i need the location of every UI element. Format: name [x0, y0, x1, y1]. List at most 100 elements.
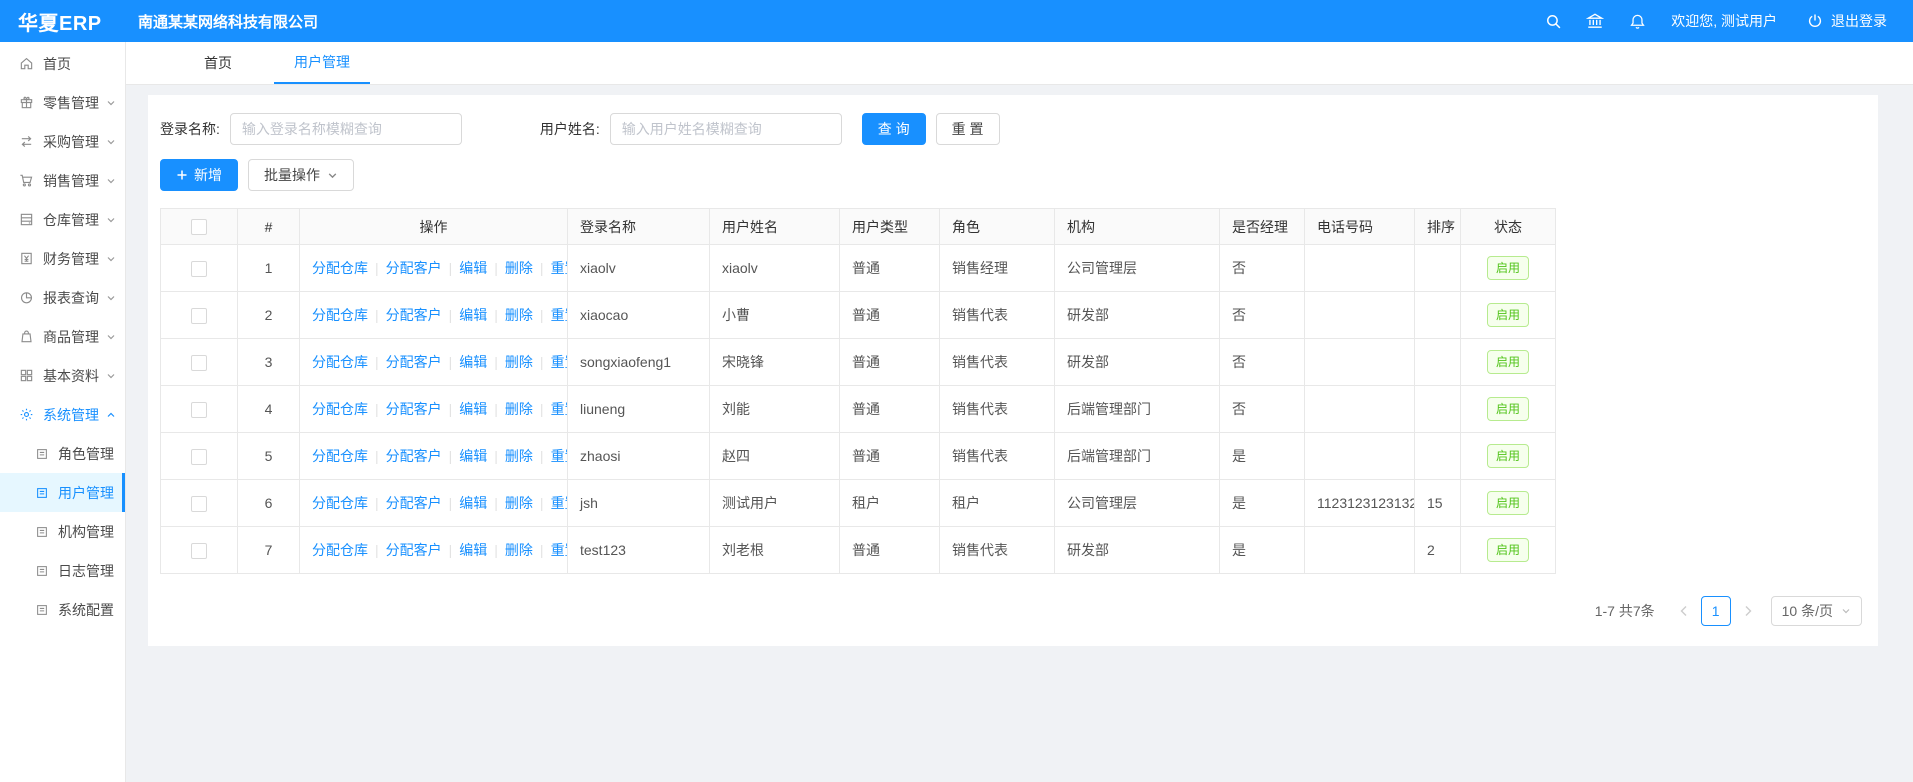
sidebar-item-reports[interactable]: 报表查询	[0, 278, 125, 317]
assign-customer-link[interactable]: 分配客户	[386, 495, 442, 511]
assign-warehouse-link[interactable]: 分配仓库	[312, 307, 368, 323]
pagination-total: 1-7 共7条	[1595, 601, 1655, 621]
document-icon	[35, 525, 49, 539]
row-select-cell	[161, 527, 238, 574]
edit-link[interactable]: 编辑	[459, 448, 487, 464]
reset-password-link[interactable]: 重置密码	[551, 495, 568, 511]
delete-link[interactable]: 删除	[505, 542, 533, 558]
shopping-bag-icon	[19, 329, 34, 344]
row-checkbox[interactable]	[191, 449, 207, 465]
row-checkbox[interactable]	[191, 261, 207, 277]
table-row: 1分配仓库|分配客户|编辑|删除|重置密码xiaolvxiaolv普通销售经理公…	[161, 245, 1556, 292]
sidebar-item-purchase[interactable]: 采购管理	[0, 122, 125, 161]
sidebar-subitem-logs[interactable]: 日志管理	[0, 551, 125, 590]
edit-link[interactable]: 编辑	[459, 401, 487, 417]
add-button[interactable]: 新增	[160, 159, 238, 191]
sidebar-subitem-config[interactable]: 系统配置	[0, 590, 125, 629]
assign-warehouse-link[interactable]: 分配仓库	[312, 495, 368, 511]
edit-link[interactable]: 编辑	[459, 260, 487, 276]
row-role: 销售代表	[940, 339, 1055, 386]
sidebar-item-basic-data[interactable]: 基本资料	[0, 356, 125, 395]
sidebar-subitem-users[interactable]: 用户管理	[0, 473, 125, 512]
sidebar-item-sales[interactable]: 销售管理	[0, 161, 125, 200]
sidebar-item-retail[interactable]: 零售管理	[0, 83, 125, 122]
welcome-text: 欢迎您, 测试用户	[1671, 11, 1777, 31]
prev-page-icon[interactable]	[1671, 596, 1697, 626]
reset-password-link[interactable]: 重置密码	[551, 542, 568, 558]
reset-password-link[interactable]: 重置密码	[551, 354, 568, 370]
reset-password-link[interactable]: 重置密码	[551, 307, 568, 323]
next-page-icon[interactable]	[1735, 596, 1761, 626]
col-header-index: #	[238, 209, 300, 245]
user-name-input[interactable]	[610, 113, 842, 145]
reset-password-link[interactable]: 重置密码	[551, 260, 568, 276]
row-org: 研发部	[1055, 527, 1220, 574]
delete-link[interactable]: 删除	[505, 495, 533, 511]
assign-customer-link[interactable]: 分配客户	[386, 542, 442, 558]
reset-button[interactable]: 重 置	[936, 113, 1000, 145]
assign-customer-link[interactable]: 分配客户	[386, 448, 442, 464]
page-number-button[interactable]: 1	[1701, 596, 1731, 626]
login-name-input[interactable]	[230, 113, 462, 145]
sidebar-item-warehouse[interactable]: 仓库管理	[0, 200, 125, 239]
grid-icon	[19, 368, 34, 383]
assign-warehouse-link[interactable]: 分配仓库	[312, 354, 368, 370]
action-separator: |	[449, 448, 453, 464]
col-header-actions: 操作	[300, 209, 568, 245]
tab-home[interactable]: 首页	[184, 42, 252, 84]
bell-icon[interactable]	[1627, 11, 1647, 31]
delete-link[interactable]: 删除	[505, 307, 533, 323]
logout-button[interactable]: 退出登录	[1805, 11, 1887, 31]
row-manager: 是	[1220, 527, 1305, 574]
bank-icon[interactable]	[1585, 11, 1605, 31]
assign-customer-link[interactable]: 分配客户	[386, 307, 442, 323]
edit-link[interactable]: 编辑	[459, 354, 487, 370]
assign-customer-link[interactable]: 分配客户	[386, 354, 442, 370]
sidebar-item-system[interactable]: 系统管理	[0, 395, 125, 434]
sidebar-subitem-orgs[interactable]: 机构管理	[0, 512, 125, 551]
row-checkbox[interactable]	[191, 355, 207, 371]
delete-link[interactable]: 删除	[505, 448, 533, 464]
chevron-down-icon	[106, 254, 116, 264]
sidebar-subitem-roles[interactable]: 角色管理	[0, 434, 125, 473]
reset-password-link[interactable]: 重置密码	[551, 401, 568, 417]
query-button[interactable]: 查 询	[862, 113, 926, 145]
delete-link[interactable]: 删除	[505, 401, 533, 417]
row-checkbox[interactable]	[191, 543, 207, 559]
search-icon[interactable]	[1543, 11, 1563, 31]
page-size-value: 10 条/页	[1782, 601, 1833, 621]
sidebar-item-finance[interactable]: 财务管理	[0, 239, 125, 278]
edit-link[interactable]: 编辑	[459, 495, 487, 511]
row-actions: 分配仓库|分配客户|编辑|删除|重置密码	[300, 245, 568, 292]
row-login: xiaocao	[568, 292, 710, 339]
row-checkbox[interactable]	[191, 402, 207, 418]
row-name: xiaolv	[710, 245, 840, 292]
sidebar-item-home[interactable]: 首页	[0, 44, 125, 83]
app-logo: 华夏ERP	[0, 7, 126, 36]
row-checkbox[interactable]	[191, 496, 207, 512]
assign-warehouse-link[interactable]: 分配仓库	[312, 448, 368, 464]
edit-link[interactable]: 编辑	[459, 542, 487, 558]
page-size-select[interactable]: 10 条/页	[1771, 596, 1862, 626]
batch-operations-button[interactable]: 批量操作	[248, 159, 354, 191]
assign-warehouse-link[interactable]: 分配仓库	[312, 260, 368, 276]
tab-bar: 首页 用户管理	[126, 42, 1913, 85]
sidebar-item-label: 报表查询	[43, 288, 106, 308]
assign-warehouse-link[interactable]: 分配仓库	[312, 542, 368, 558]
action-separator: |	[449, 495, 453, 511]
assign-customer-link[interactable]: 分配客户	[386, 401, 442, 417]
delete-link[interactable]: 删除	[505, 354, 533, 370]
delete-link[interactable]: 删除	[505, 260, 533, 276]
edit-link[interactable]: 编辑	[459, 307, 487, 323]
row-type: 普通	[840, 433, 940, 480]
row-checkbox[interactable]	[191, 308, 207, 324]
select-all-checkbox[interactable]	[191, 219, 207, 235]
login-name-label: 登录名称:	[160, 119, 220, 139]
row-status: 启用	[1461, 480, 1556, 527]
sidebar-item-goods[interactable]: 商品管理	[0, 317, 125, 356]
reset-password-link[interactable]: 重置密码	[551, 448, 568, 464]
assign-customer-link[interactable]: 分配客户	[386, 260, 442, 276]
tab-user-management[interactable]: 用户管理	[274, 42, 370, 84]
row-name: 刘老根	[710, 527, 840, 574]
assign-warehouse-link[interactable]: 分配仓库	[312, 401, 368, 417]
